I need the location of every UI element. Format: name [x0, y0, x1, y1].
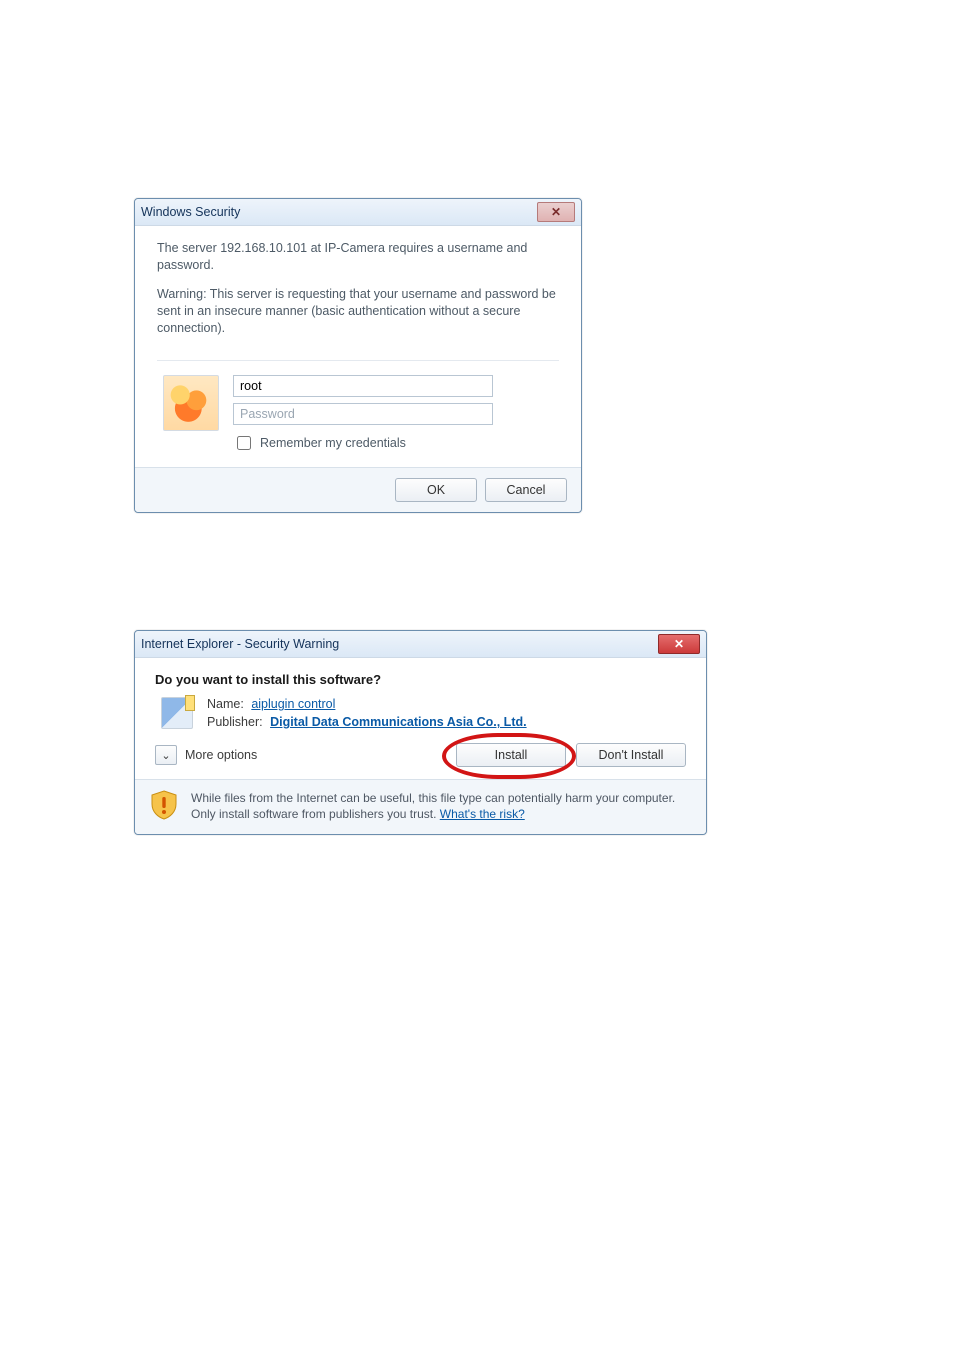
install-button[interactable]: Install — [456, 743, 566, 767]
warning-message: Warning: This server is requesting that … — [157, 286, 559, 337]
software-icon — [161, 697, 193, 729]
dialog-footer: While files from the Internet can be use… — [135, 779, 706, 834]
close-button[interactable]: ✕ — [658, 634, 700, 654]
credentials-panel: Remember my credentials — [157, 360, 559, 467]
username-input[interactable] — [233, 375, 493, 397]
more-options-toggle[interactable]: ⌄ — [155, 745, 177, 765]
publisher-label: Publisher: — [207, 715, 263, 729]
close-button[interactable]: ✕ — [537, 202, 575, 222]
server-message: The server 192.168.10.101 at IP-Camera r… — [157, 240, 559, 274]
remember-credentials-row[interactable]: Remember my credentials — [233, 433, 559, 453]
close-icon: ✕ — [551, 206, 561, 218]
dialog-titlebar: Internet Explorer - Security Warning ✕ — [135, 631, 706, 658]
action-buttons: Install Don't Install — [456, 743, 686, 767]
dialog-title: Internet Explorer - Security Warning — [141, 637, 339, 651]
remember-label: Remember my credentials — [260, 436, 406, 450]
dialog-footer: OK Cancel — [135, 467, 581, 512]
options-row: ⌄ More options Install Don't Install — [155, 743, 686, 767]
user-avatar-icon — [163, 375, 219, 431]
footer-warning-text: While files from the Internet can be use… — [191, 790, 690, 822]
name-label: Name: — [207, 697, 244, 711]
software-details: Name: aiplugin control Publisher: Digita… — [207, 697, 527, 729]
windows-security-dialog: Windows Security ✕ The server 192.168.10… — [134, 198, 582, 513]
software-name-link[interactable]: aiplugin control — [251, 697, 335, 711]
dialog-body: Do you want to install this software? Na… — [135, 658, 706, 779]
close-icon: ✕ — [674, 638, 684, 650]
shield-warning-icon — [151, 790, 177, 820]
ok-button[interactable]: OK — [395, 478, 477, 502]
publisher-link[interactable]: Digital Data Communications Asia Co., Lt… — [270, 715, 527, 729]
dialog-titlebar: Windows Security ✕ — [135, 199, 581, 226]
cancel-button[interactable]: Cancel — [485, 478, 567, 502]
ie-security-warning-dialog: Internet Explorer - Security Warning ✕ D… — [134, 630, 707, 835]
dialog-body: The server 192.168.10.101 at IP-Camera r… — [135, 226, 581, 352]
more-options-label: More options — [185, 748, 257, 762]
remember-checkbox[interactable] — [237, 436, 251, 450]
chevron-down-icon: ⌄ — [161, 749, 170, 762]
whats-the-risk-link[interactable]: What's the risk? — [440, 807, 525, 821]
credential-fields: Remember my credentials — [233, 375, 559, 453]
password-input[interactable] — [233, 403, 493, 425]
dont-install-button[interactable]: Don't Install — [576, 743, 686, 767]
footer-warning-body: While files from the Internet can be use… — [191, 791, 675, 821]
install-question: Do you want to install this software? — [155, 672, 686, 687]
software-info-row: Name: aiplugin control Publisher: Digita… — [161, 697, 686, 729]
dialog-title: Windows Security — [141, 205, 240, 219]
